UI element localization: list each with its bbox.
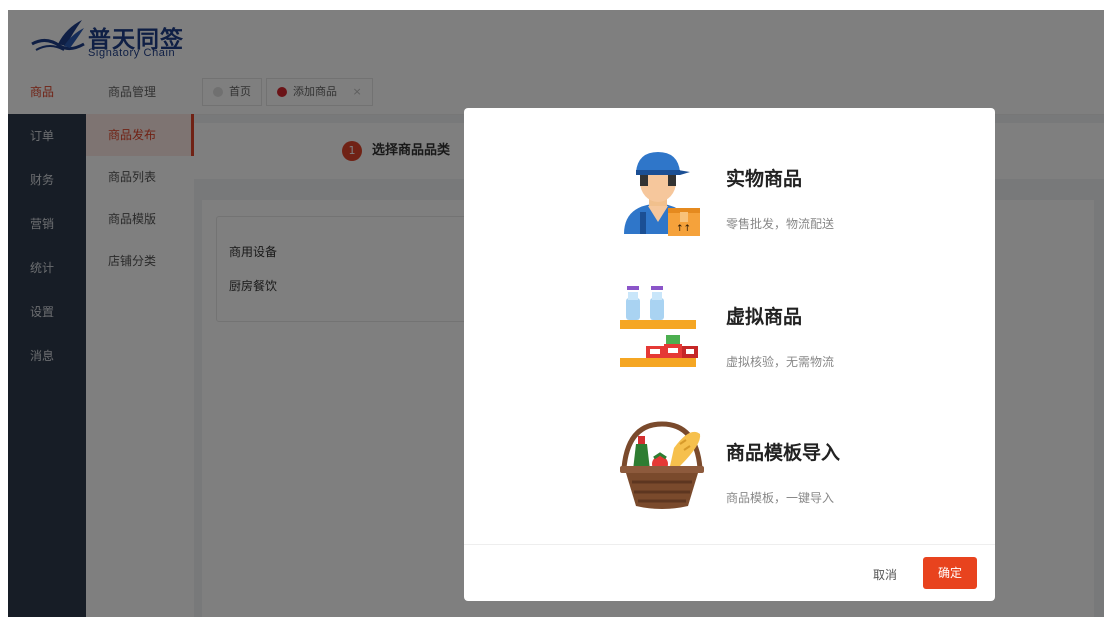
option-physical-goods[interactable]: ↑↑ 实物商品 零售批发，物流配送 <box>464 146 995 266</box>
option-desc: 商品模板，一键导入 <box>726 491 835 505</box>
confirm-button[interactable]: 确定 <box>923 557 977 589</box>
option-desc: 虚拟核验，无需物流 <box>726 355 835 369</box>
option-virtual-goods[interactable]: 虚拟商品 虚拟核验，无需物流 <box>464 284 995 404</box>
shelf-goods-icon <box>620 286 698 367</box>
svg-text:↑↑: ↑↑ <box>676 224 691 234</box>
option-title: 商品模板导入 <box>726 442 841 464</box>
grocery-basket-icon <box>620 421 704 509</box>
cancel-button[interactable]: 取消 <box>873 561 897 589</box>
option-template-import[interactable]: 商品模板导入 商品模板，一键导入 <box>464 420 995 540</box>
delivery-worker-icon: ↑↑ <box>624 152 700 236</box>
dialog-footer: 取消 确定 <box>464 544 995 601</box>
option-desc: 零售批发，物流配送 <box>726 217 835 231</box>
option-title: 实物商品 <box>726 168 803 190</box>
goods-type-dialog: ↑↑ 实物商品 零售批发，物流配送 虚拟商品 虚拟核验，无需物流 商品模板导入 … <box>464 108 995 601</box>
option-title: 虚拟商品 <box>726 306 803 328</box>
